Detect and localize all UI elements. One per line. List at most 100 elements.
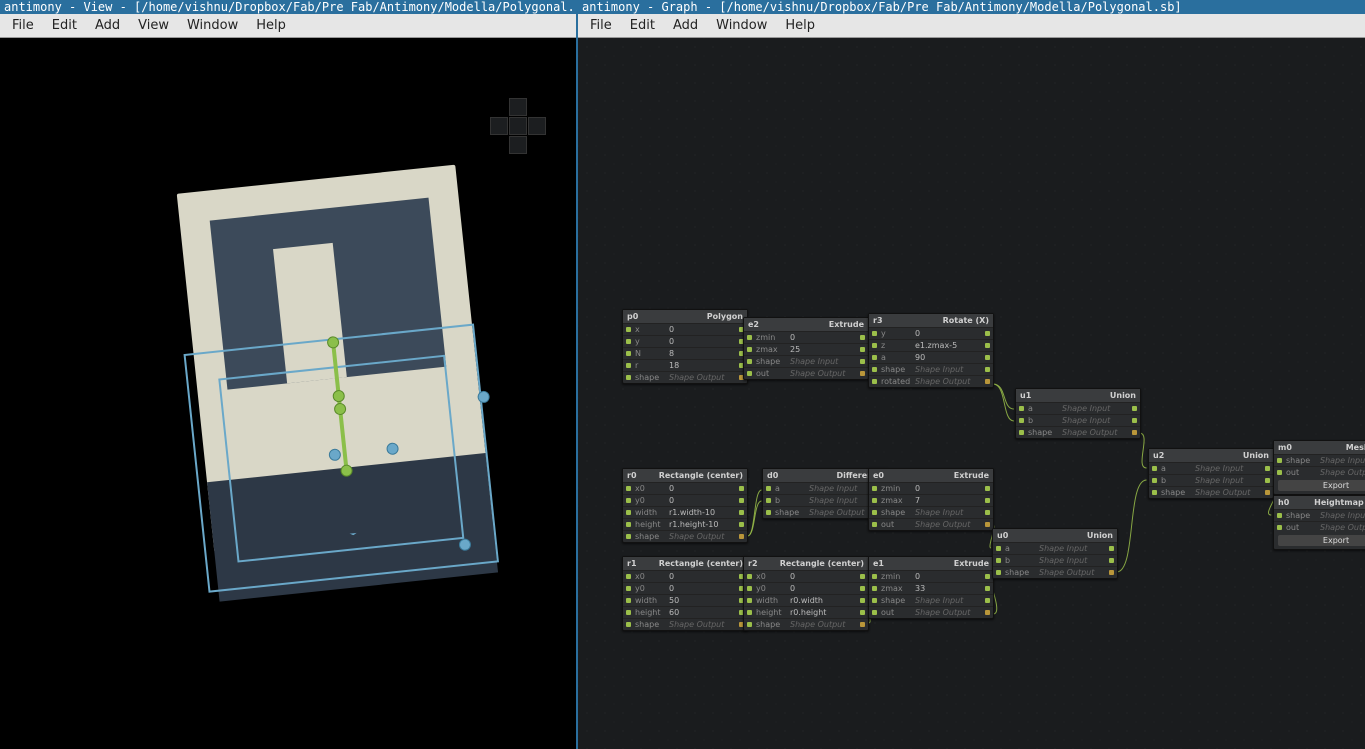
menu-edit[interactable]: Edit	[52, 18, 77, 33]
node-row-out[interactable]: outShape Output	[744, 367, 868, 379]
input-port-icon[interactable]	[872, 510, 877, 515]
node-row-zmin[interactable]: zmin0	[744, 331, 868, 343]
node-row-shape[interactable]: shapeShape Output	[993, 566, 1117, 578]
input-port-icon[interactable]	[626, 586, 631, 591]
input-port-icon[interactable]	[747, 598, 752, 603]
input-port-icon[interactable]	[1152, 466, 1157, 471]
row-value[interactable]: 60	[669, 608, 735, 617]
output-port-icon[interactable]	[985, 586, 990, 591]
node-row-width[interactable]: widthr0.width	[744, 594, 868, 606]
input-port-icon[interactable]	[1152, 490, 1157, 495]
row-value[interactable]: Shape Input	[809, 484, 875, 493]
menu-add[interactable]: Add	[95, 18, 120, 33]
row-value[interactable]: 0	[669, 337, 735, 346]
row-value[interactable]: r1.height-10	[669, 520, 735, 529]
output-port-icon[interactable]	[860, 359, 865, 364]
output-port-icon[interactable]	[739, 534, 744, 539]
output-port-icon[interactable]	[1265, 490, 1270, 495]
row-value[interactable]: Shape Output	[669, 620, 735, 629]
output-port-icon[interactable]	[1132, 418, 1137, 423]
node-row-out[interactable]: outShape Output	[1274, 466, 1365, 478]
output-port-icon[interactable]	[1109, 546, 1114, 551]
node-row-out[interactable]: outShape Output	[869, 606, 993, 618]
row-value[interactable]: 0	[915, 329, 981, 338]
row-value[interactable]: 18	[669, 361, 735, 370]
row-value[interactable]: Shape Output	[915, 608, 981, 617]
input-port-icon[interactable]	[747, 371, 752, 376]
node-u1[interactable]: u1UnionaShape InputbShape InputshapeShap…	[1015, 388, 1141, 439]
input-port-icon[interactable]	[1277, 525, 1282, 530]
export-button[interactable]: Export	[1278, 480, 1365, 491]
node-u0[interactable]: u0UnionaShape InputbShape InputshapeShap…	[992, 528, 1118, 579]
row-value[interactable]: 0	[790, 333, 856, 342]
node-row-x[interactable]: x0	[623, 323, 747, 335]
row-value[interactable]: Shape Output	[1195, 488, 1261, 497]
node-row-z[interactable]: ze1.zmax-5	[869, 339, 993, 351]
input-port-icon[interactable]	[626, 510, 631, 515]
output-port-icon[interactable]	[860, 574, 865, 579]
input-port-icon[interactable]	[872, 343, 877, 348]
row-value[interactable]: 25	[790, 345, 856, 354]
node-row-zmax[interactable]: zmax33	[869, 582, 993, 594]
row-value[interactable]: 0	[915, 484, 981, 493]
node-row-y[interactable]: y0	[623, 335, 747, 347]
export-button[interactable]: Export	[1278, 535, 1365, 546]
node-row-a[interactable]: aShape Input	[1016, 402, 1140, 414]
row-value[interactable]: 7	[915, 496, 981, 505]
menu-add[interactable]: Add	[673, 18, 698, 33]
input-port-icon[interactable]	[872, 586, 877, 591]
row-value[interactable]: 0	[669, 325, 735, 334]
node-row-shape[interactable]: shapeShape Input	[869, 506, 993, 518]
node-row-b[interactable]: bShape Input	[993, 554, 1117, 566]
row-value[interactable]: Shape Output	[1062, 428, 1128, 437]
output-port-icon[interactable]	[1265, 466, 1270, 471]
input-port-icon[interactable]	[872, 331, 877, 336]
input-port-icon[interactable]	[626, 339, 631, 344]
node-e1[interactable]: e1Extrudezmin0zmax33shapeShape InputoutS…	[868, 556, 994, 619]
node-row-b[interactable]: bShape Input	[1149, 474, 1273, 486]
row-value[interactable]: Shape Output	[915, 377, 981, 386]
row-value[interactable]: Shape Output	[1039, 568, 1105, 577]
input-port-icon[interactable]	[1277, 458, 1282, 463]
node-row-y0[interactable]: y00	[623, 582, 747, 594]
input-port-icon[interactable]	[996, 546, 1001, 551]
node-r2[interactable]: r2Rectangle (center)x00y00widthr0.widthh…	[743, 556, 869, 631]
row-value[interactable]: 0	[915, 572, 981, 581]
row-value[interactable]: Shape Input	[1062, 416, 1128, 425]
row-value[interactable]: Shape Input	[1195, 476, 1261, 485]
node-row-y0[interactable]: y00	[623, 494, 747, 506]
row-value[interactable]: r0.height	[790, 608, 856, 617]
output-port-icon[interactable]	[1265, 478, 1270, 483]
input-port-icon[interactable]	[996, 570, 1001, 575]
row-value[interactable]: Shape Input	[1320, 456, 1365, 465]
node-r3[interactable]: r3Rotate (X)y0ze1.zmax-5a90shapeShape In…	[868, 313, 994, 388]
input-port-icon[interactable]	[872, 610, 877, 615]
node-row-shape[interactable]: shapeShape Input	[744, 355, 868, 367]
row-value[interactable]: 0	[669, 484, 735, 493]
row-value[interactable]: Shape Input	[915, 365, 981, 374]
input-port-icon[interactable]	[1019, 418, 1024, 423]
node-row-b[interactable]: bShape Input	[1016, 414, 1140, 426]
input-port-icon[interactable]	[747, 359, 752, 364]
node-r0[interactable]: r0Rectangle (center)x00y00widthr1.width-…	[622, 468, 748, 543]
node-row-height[interactable]: heightr0.height	[744, 606, 868, 618]
input-port-icon[interactable]	[626, 598, 631, 603]
node-m0[interactable]: m0Mesh (.stl)shapeShape InputoutShape Ou…	[1273, 440, 1365, 495]
output-port-icon[interactable]	[985, 498, 990, 503]
row-value[interactable]: Shape Output	[1320, 468, 1365, 477]
output-port-icon[interactable]	[985, 610, 990, 615]
input-port-icon[interactable]	[1152, 478, 1157, 483]
output-port-icon[interactable]	[985, 355, 990, 360]
output-port-icon[interactable]	[985, 343, 990, 348]
node-row-zmin[interactable]: zmin0	[869, 482, 993, 494]
menu-edit[interactable]: Edit	[630, 18, 655, 33]
output-port-icon[interactable]	[739, 510, 744, 515]
row-value[interactable]: Shape Input	[915, 508, 981, 517]
input-port-icon[interactable]	[626, 534, 631, 539]
row-value[interactable]: Shape Input	[1195, 464, 1261, 473]
node-row-shape[interactable]: shapeShape Input	[869, 363, 993, 375]
menu-file[interactable]: File	[590, 18, 612, 33]
input-port-icon[interactable]	[747, 335, 752, 340]
row-value[interactable]: Shape Input	[1039, 544, 1105, 553]
node-r1[interactable]: r1Rectangle (center)x00y00width50height6…	[622, 556, 748, 631]
